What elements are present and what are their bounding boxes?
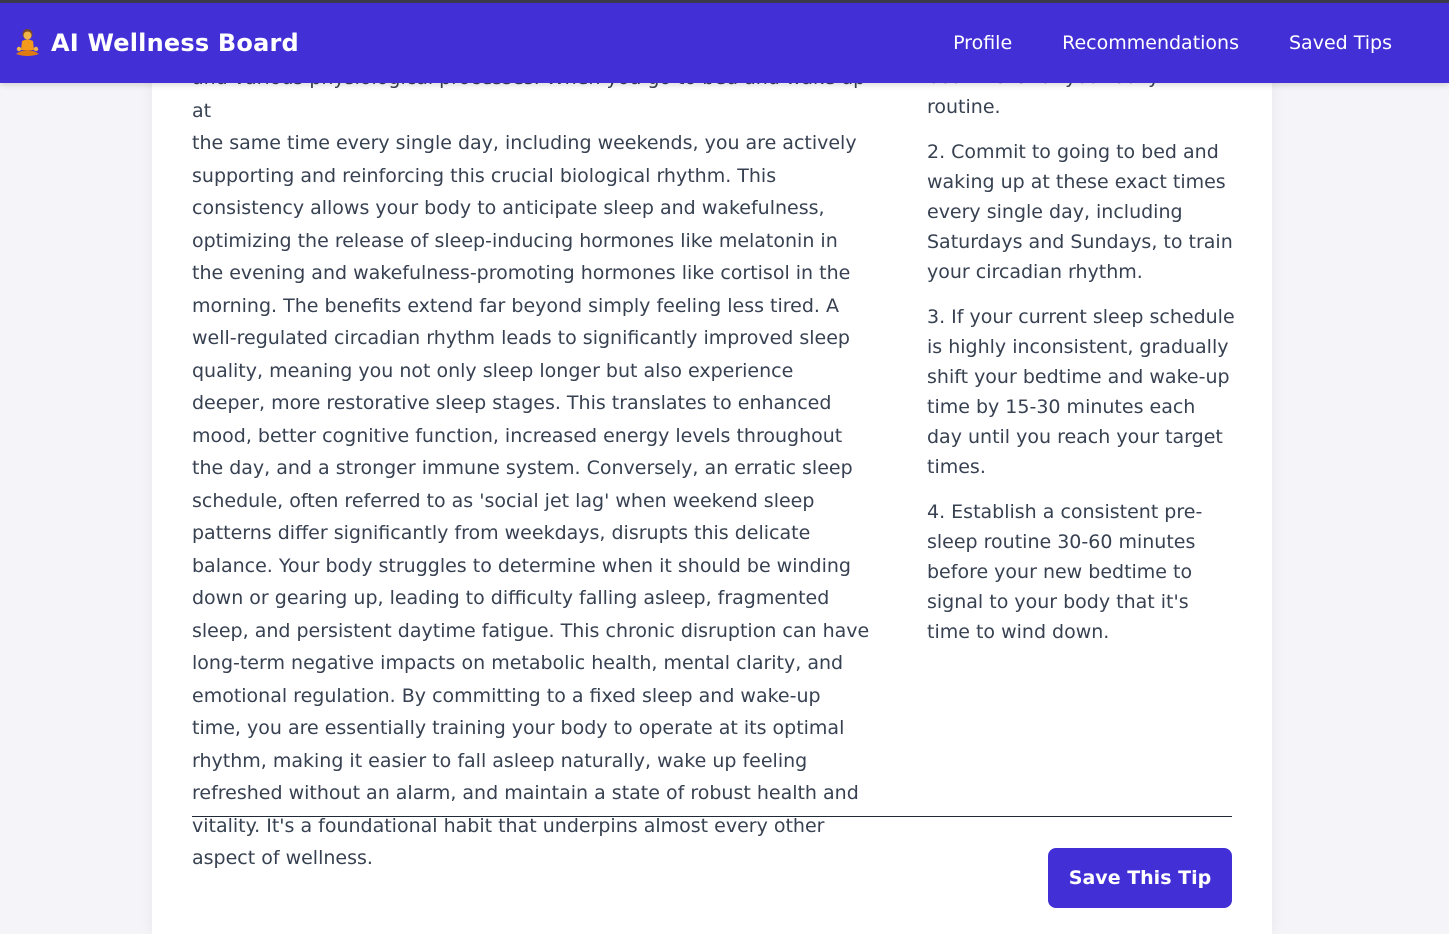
tip-body-text-main: the same time every single day, includin… [192,132,870,869]
nav-link-profile[interactable]: Profile [953,32,1012,54]
brand[interactable]: AI Wellness Board [14,3,299,83]
meditation-icon [14,28,41,58]
window-top-edge [0,0,1449,3]
tip-body-text: and various physiological processes. Whe… [192,62,872,875]
action-step-2: 2. Commit to going to bed and waking up … [927,141,1233,283]
nav-link-saved-tips[interactable]: Saved Tips [1289,32,1392,54]
section-divider [192,816,1232,817]
navbar: AI Wellness Board Profile Recommendation… [0,3,1449,83]
nav-link-recommendations[interactable]: Recommendations [1062,32,1239,54]
save-tip-button[interactable]: Save This Tip [1048,848,1232,908]
nav-links: Profile Recommendations Saved Tips [903,3,1392,83]
brand-title: AI Wellness Board [51,29,299,57]
action-step-3: 3. If your current sleep schedule is hig… [927,306,1235,478]
action-step-4: 4. Establish a consistent pre-sleep rout… [927,501,1203,643]
tip-detail-card: and various physiological processes. Whe… [152,0,1272,934]
action-steps: bedtime is for your daily routine. 2. Co… [927,62,1235,662]
